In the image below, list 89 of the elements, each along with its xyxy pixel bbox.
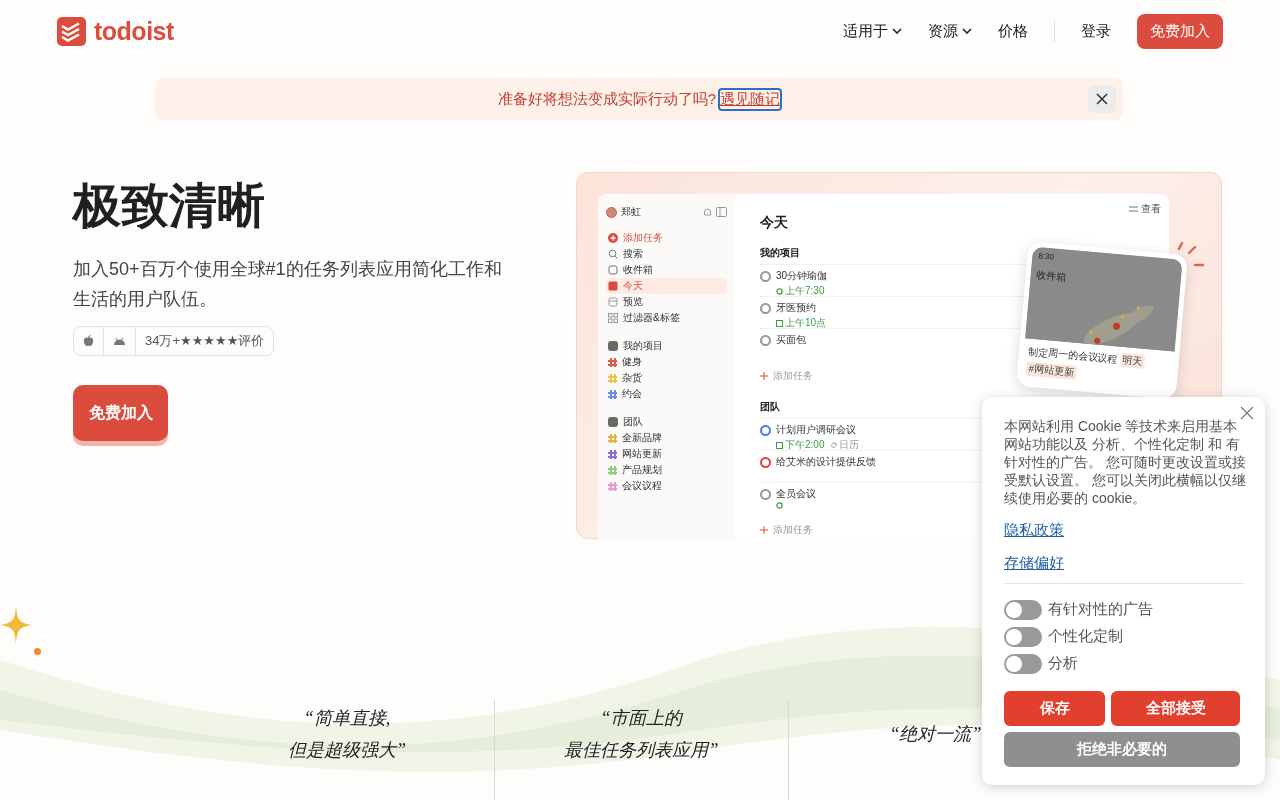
- repeat-icon: [776, 287, 783, 295]
- nav-link[interactable]: 登录: [1081, 21, 1111, 41]
- task-row[interactable]: 全员会议: [760, 487, 816, 509]
- cookie-link[interactable]: 存储偏好: [1004, 554, 1064, 573]
- android-icon: [113, 336, 126, 346]
- task-checkbox[interactable]: [760, 303, 771, 314]
- sidebar-item[interactable]: 添加任务: [606, 230, 727, 246]
- banner-link[interactable]: 遇见随记: [720, 89, 781, 109]
- close-icon: [1239, 405, 1255, 421]
- task-checkbox[interactable]: [760, 271, 771, 282]
- task-checkbox[interactable]: [760, 489, 771, 500]
- sidebar-icon: [716, 207, 727, 217]
- sidebar-item[interactable]: 预览: [606, 294, 727, 310]
- calendar-icon: [776, 319, 783, 327]
- plus-icon: [760, 372, 768, 380]
- tag: 明天: [1120, 352, 1146, 369]
- tag-icon: [830, 441, 838, 449]
- review-quote: “绝对一流”: [889, 723, 982, 746]
- project-group[interactable]: 团队: [606, 414, 727, 430]
- project-group[interactable]: 我的项目: [606, 338, 727, 354]
- project-item[interactable]: 杂货: [606, 370, 727, 386]
- cookie-link[interactable]: 隐私政策: [1004, 521, 1064, 540]
- project-item[interactable]: 全新品牌: [606, 430, 727, 446]
- toggle-switch[interactable]: [1004, 626, 1042, 647]
- sidebar-item[interactable]: 今天: [606, 278, 727, 294]
- tag: #网站更新: [1025, 361, 1077, 380]
- task-row[interactable]: 买面包: [760, 333, 806, 347]
- signup-button[interactable]: 免费加入: [1137, 13, 1223, 49]
- review-quote: “市面上的 最佳任务列表应用”: [564, 707, 719, 762]
- phone-title: 收件箱: [1036, 268, 1069, 285]
- task-checkbox[interactable]: [760, 425, 771, 436]
- sidebar-item[interactable]: 收件箱: [606, 262, 727, 278]
- project-item[interactable]: 产品规划: [606, 462, 727, 478]
- toggle-label: 有针对性的广告: [1048, 600, 1153, 619]
- chevron-down-icon: [962, 28, 972, 34]
- chevron-down-icon: [892, 28, 902, 34]
- page-title: 今天: [760, 214, 789, 232]
- section-title: 团队: [760, 400, 780, 414]
- status-time: 8:30: [1038, 251, 1056, 264]
- review-quote: “简单直接, 但是超级强大”: [288, 707, 406, 762]
- cookie-button[interactable]: 保存: [1004, 691, 1105, 726]
- project-item[interactable]: 会议议程: [606, 478, 727, 494]
- task-row[interactable]: 计划用户调研会议 下午2:00 日历: [760, 423, 860, 452]
- grid-icon: [608, 313, 618, 323]
- nav-menu[interactable]: 适用于: [843, 21, 902, 41]
- section-title: 我的项目: [760, 246, 800, 260]
- sidebar-item[interactable]: 过滤器&标签: [606, 310, 727, 326]
- task-row[interactable]: 牙医预约 上午10点: [760, 301, 827, 330]
- sliders-icon: [1129, 205, 1138, 213]
- nav-link[interactable]: 价格: [998, 21, 1028, 41]
- avatar: [606, 206, 617, 218]
- todoist-logo-icon: [57, 16, 86, 46]
- task-row[interactable]: 30分钟瑜伽 上午7:30: [760, 269, 828, 298]
- brand-name: todoist: [94, 16, 174, 46]
- banner-text: 准备好将想法变成实际行动了吗?: [497, 89, 717, 109]
- hero-subtitle: 加入50+百万个使用全球#1的任务列表应用简化工作和生活的用户队伍。: [73, 258, 503, 311]
- view-button[interactable]: 查看: [1129, 202, 1161, 216]
- toggle-switch[interactable]: [1004, 653, 1042, 674]
- task-checkbox[interactable]: [760, 335, 771, 346]
- nav-menu[interactable]: 资源: [928, 21, 972, 41]
- plus-icon: [760, 526, 768, 534]
- group-icon: [608, 341, 618, 351]
- group-icon: [608, 417, 618, 427]
- close-button[interactable]: [1088, 85, 1116, 113]
- cookie-text: 本网站利用 Cookie 等技术来启用基本网站功能以及 分析、个性化定制 和 有针对性的广告。 您可随时更改设置或接受默认设置。 您可以关闭此横幅以仅继续使用必要的 cookie。: [1004, 417, 1246, 507]
- task-checkbox[interactable]: [760, 457, 771, 468]
- rating-text: 34万+★★★★★评价: [145, 332, 265, 350]
- close-icon: [1096, 93, 1108, 105]
- calendar-icon: [776, 441, 783, 449]
- task-row[interactable]: 给艾米的设计提供反馈: [760, 455, 876, 469]
- calendar-icon: [608, 281, 618, 291]
- user-name: 郑虹: [621, 205, 641, 219]
- search-icon: [608, 249, 618, 259]
- cookie-button[interactable]: 全部接受: [1111, 691, 1240, 726]
- calendar-icon: [608, 297, 618, 307]
- toggle-label: 个性化定制: [1048, 627, 1123, 646]
- dot-icon: [34, 648, 41, 655]
- repeat-icon: [776, 502, 783, 509]
- toggle-label: 分析: [1048, 654, 1078, 673]
- apple-icon: [83, 335, 94, 347]
- hero-title: 极致清晰: [73, 178, 266, 234]
- project-item[interactable]: 约会: [606, 386, 727, 402]
- plus-circle-icon: [608, 233, 618, 243]
- bell-icon: [703, 207, 712, 217]
- sidebar-item[interactable]: 搜索: [606, 246, 727, 262]
- project-item[interactable]: 网站更新: [606, 446, 727, 462]
- toggle-switch[interactable]: [1004, 599, 1042, 620]
- project-item[interactable]: 健身: [606, 354, 727, 370]
- inbox-icon: [608, 265, 618, 275]
